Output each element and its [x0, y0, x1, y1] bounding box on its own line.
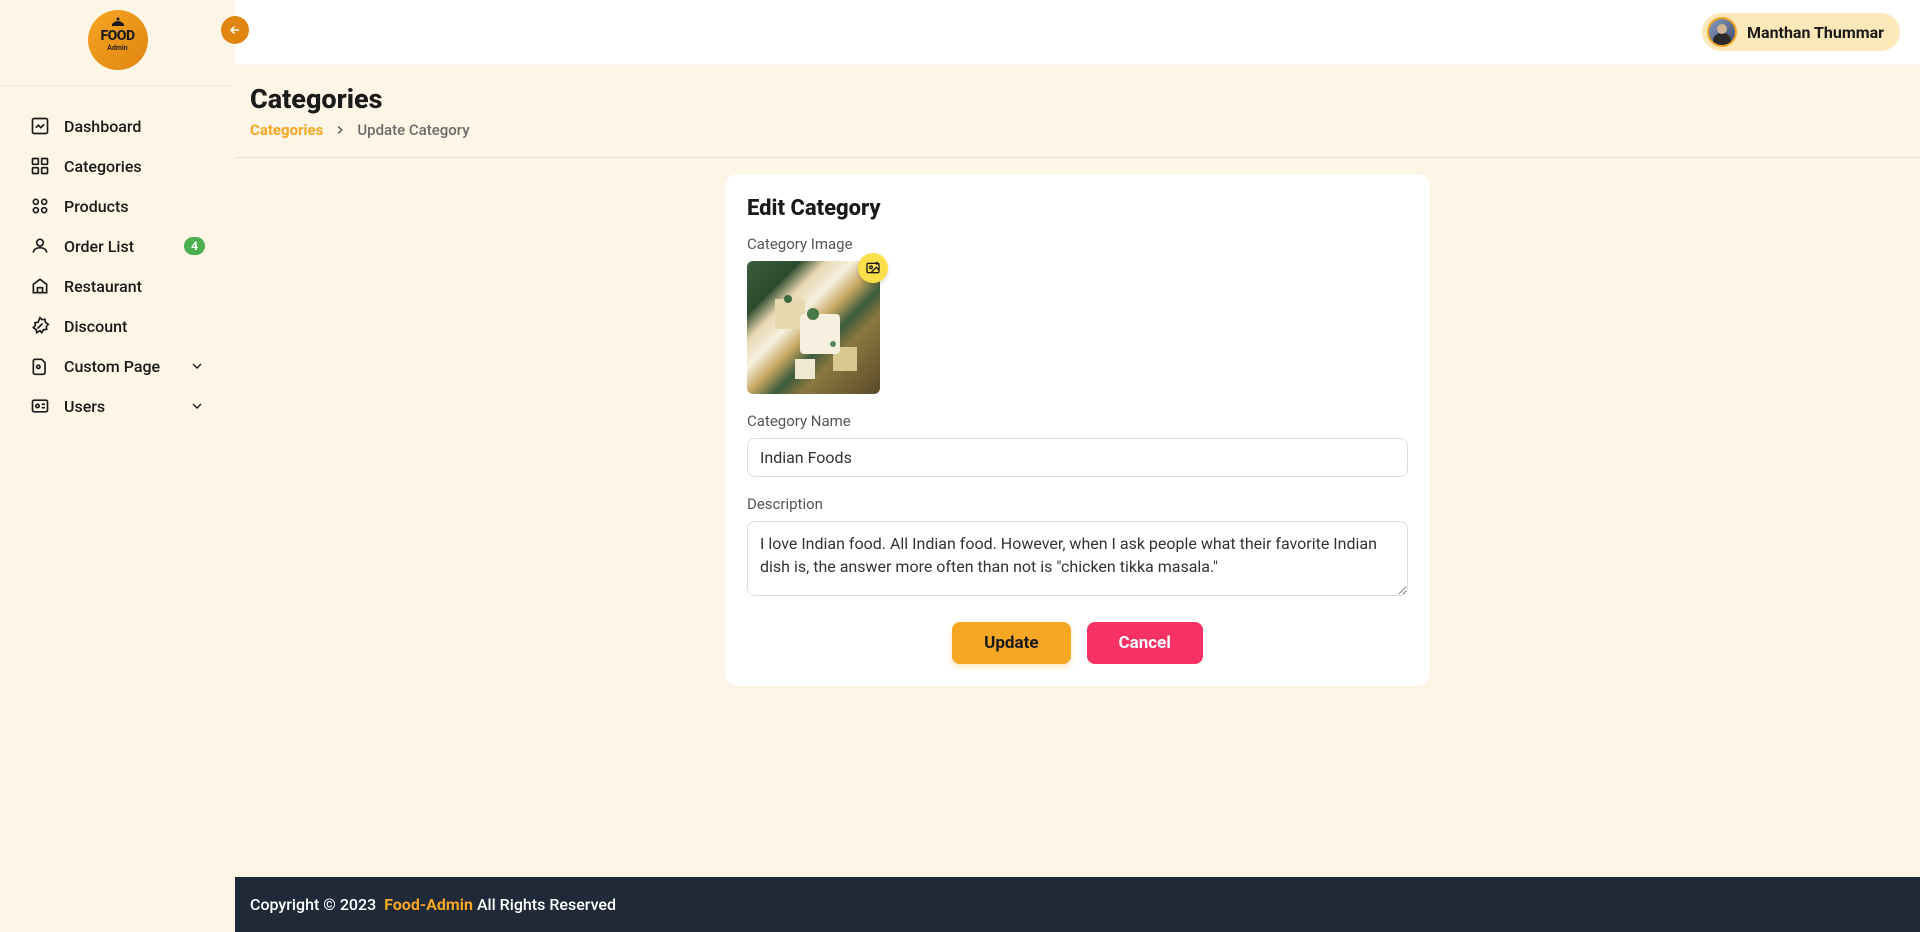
footer-brand[interactable]: Food-Admin: [384, 895, 473, 914]
products-icon: [30, 196, 50, 216]
orders-badge: 4: [184, 237, 205, 255]
sidebar-item-label: Restaurant: [64, 277, 142, 296]
sidebar-collapse-button[interactable]: [221, 16, 249, 44]
card-title: Edit Category: [747, 196, 1408, 221]
category-name-label: Category Name: [747, 412, 1408, 430]
footer-copyright: Copyright © 2023: [250, 895, 376, 914]
category-name-input[interactable]: [747, 438, 1408, 477]
sidebar-item-dashboard[interactable]: Dashboard: [0, 106, 235, 146]
sidebar-item-categories[interactable]: Categories: [0, 146, 235, 186]
avatar: [1707, 17, 1737, 47]
sidebar-item-restaurant[interactable]: Restaurant: [0, 266, 235, 306]
description-textarea[interactable]: I love Indian food. All Indian food. How…: [747, 521, 1408, 596]
sidebar-item-users[interactable]: Users: [0, 386, 235, 426]
image-upload-icon: [865, 260, 881, 276]
category-image-preview: [747, 261, 880, 394]
description-label: Description: [747, 495, 1408, 513]
page-title: Categories: [250, 83, 1905, 115]
content: Categories Categories Update Category Ed…: [235, 65, 1920, 877]
sidebar-item-label: Discount: [64, 317, 127, 336]
breadcrumb-root[interactable]: Categories: [250, 121, 323, 139]
username: Manthan Thummar: [1747, 23, 1884, 42]
change-image-button[interactable]: [858, 253, 888, 283]
sidebar-item-orders[interactable]: Order List 4: [0, 226, 235, 266]
footer-rights: All Rights Reserved: [477, 895, 616, 914]
custom-page-icon: [30, 356, 50, 376]
logo[interactable]: FOOD Admin: [0, 0, 235, 86]
footer: Copyright © 2023 Food-Admin All Rights R…: [235, 877, 1920, 932]
breadcrumb: Categories Update Category: [235, 121, 1920, 158]
dashboard-icon: [30, 116, 50, 136]
sidebar-item-label: Products: [64, 197, 129, 216]
sidebar-item-custom-page[interactable]: Custom Page: [0, 346, 235, 386]
users-icon: [30, 396, 50, 416]
update-button[interactable]: Update: [952, 622, 1070, 664]
cancel-button[interactable]: Cancel: [1087, 622, 1203, 664]
orders-icon: [30, 236, 50, 256]
logo-text-main: FOOD: [100, 28, 134, 44]
sidebar: FOOD Admin Dashboard Categories Products…: [0, 0, 235, 932]
main: Manthan Thummar Categories Categories Up…: [235, 0, 1920, 932]
sidebar-item-label: Categories: [64, 157, 142, 176]
edit-category-card: Edit Category Category Image Category Na…: [725, 174, 1430, 686]
category-image: [747, 261, 880, 394]
topbar: Manthan Thummar: [235, 0, 1920, 65]
categories-icon: [30, 156, 50, 176]
nav: Dashboard Categories Products Order List…: [0, 86, 235, 446]
sidebar-item-discount[interactable]: Discount: [0, 306, 235, 346]
category-image-label: Category Image: [747, 235, 1408, 253]
chevron-down-icon: [189, 358, 205, 374]
chevron-down-icon: [189, 398, 205, 414]
user-menu[interactable]: Manthan Thummar: [1702, 13, 1900, 51]
sidebar-item-label: Custom Page: [64, 357, 160, 376]
sidebar-item-label: Dashboard: [64, 117, 141, 136]
logo-text-sub: Admin: [107, 44, 127, 52]
sidebar-item-products[interactable]: Products: [0, 186, 235, 226]
arrow-left-icon: [228, 23, 242, 37]
chevron-right-icon: [333, 123, 347, 137]
button-row: Update Cancel: [747, 622, 1408, 664]
sidebar-item-label: Order List: [64, 237, 134, 256]
restaurant-icon: [30, 276, 50, 296]
sidebar-item-label: Users: [64, 397, 105, 416]
breadcrumb-current: Update Category: [357, 121, 469, 139]
discount-icon: [30, 316, 50, 336]
